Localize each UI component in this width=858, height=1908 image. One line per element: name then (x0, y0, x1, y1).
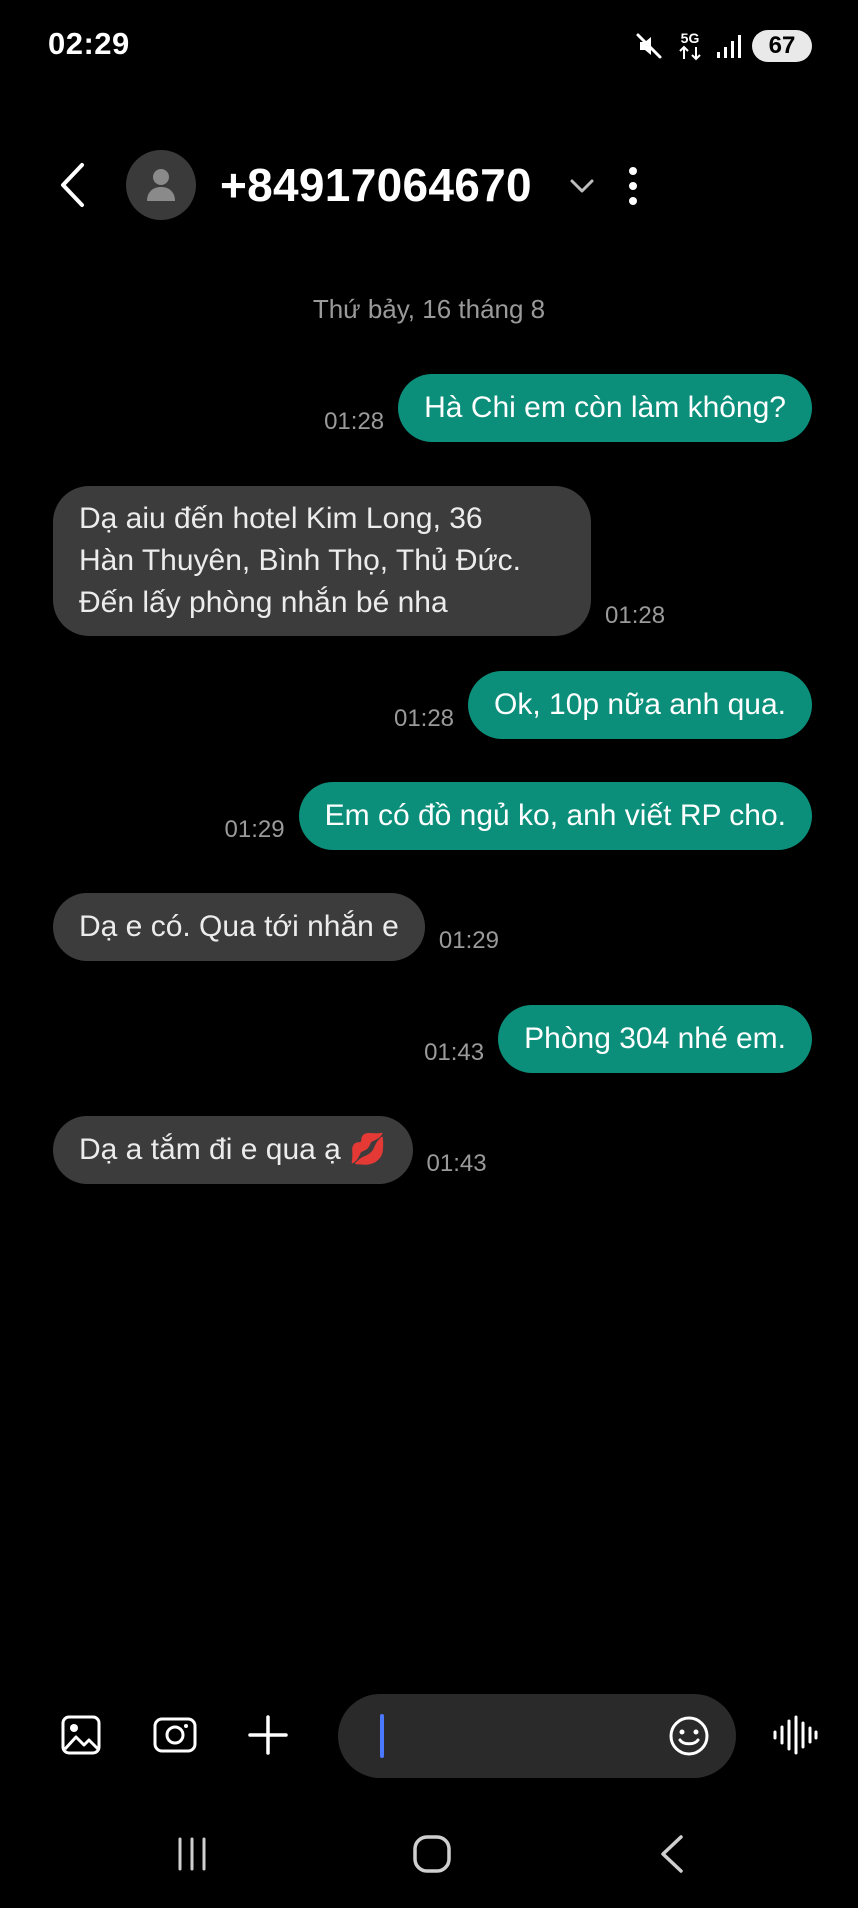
message-bubble[interactable]: Phòng 304 nhé em. (498, 1005, 812, 1073)
message-bubble[interactable]: Dạ aiu đến hotel Kim Long, 36 Hàn Thuyên… (53, 486, 591, 636)
mute-icon (634, 28, 664, 64)
message-bubble[interactable]: Dạ a tắm đi e qua ạ 💋 (53, 1116, 413, 1184)
chevron-down-icon[interactable] (568, 172, 596, 200)
message-sent[interactable]: Hà Chi em còn làm không? 01:28 (324, 374, 812, 442)
text-caret (380, 1714, 384, 1758)
gallery-icon[interactable] (54, 1708, 108, 1762)
emoji-icon[interactable] (662, 1709, 716, 1763)
plus-icon[interactable] (241, 1708, 295, 1762)
network-type-label: 5G (681, 30, 700, 46)
avatar-person-icon (147, 169, 175, 201)
message-time: 01:43 (424, 1039, 485, 1066)
nav-back-icon[interactable] (642, 1829, 702, 1879)
message-bubble[interactable]: Dạ e có. Qua tới nhắn e (53, 893, 425, 961)
date-separator: Thứ bảy, 16 tháng 8 (312, 294, 546, 324)
message-sent[interactable]: Em có đồ ngủ ko, anh viết RP cho. 01:29 (225, 782, 812, 850)
message-bubble[interactable]: Hà Chi em còn làm không? (398, 374, 812, 442)
message-time: 01:28 (605, 602, 666, 629)
contact-number[interactable]: +84917064670 (220, 158, 532, 212)
camera-icon[interactable] (148, 1708, 202, 1762)
message-sent[interactable]: Ok, 10p nữa anh qua. 01:28 (394, 671, 812, 739)
message-time: 01:43 (426, 1150, 487, 1177)
home-icon[interactable] (402, 1829, 462, 1879)
message-bubble[interactable]: Em có đồ ngủ ko, anh viết RP cho. (298, 782, 812, 850)
conversation-header: +84917064670 (0, 140, 858, 230)
message-received[interactable]: Dạ a tắm đi e qua ạ 💋 01:43 (53, 1116, 487, 1184)
message-input-container[interactable] (338, 1694, 736, 1778)
battery-indicator: 67 (752, 30, 812, 62)
message-time: 01:28 (393, 705, 455, 732)
signal-icon (716, 28, 742, 64)
message-time: 01:29 (224, 816, 285, 843)
status-icons: 5G 67 (634, 28, 812, 64)
voice-waveform-icon[interactable] (768, 1708, 822, 1762)
network-5g-icon: 5G (674, 28, 706, 64)
message-received[interactable]: Dạ e có. Qua tới nhắn e 01:29 (53, 893, 499, 961)
more-vert-icon[interactable] (618, 164, 648, 208)
message-time: 01:28 (324, 408, 385, 435)
back-arrow-icon[interactable] (52, 162, 92, 208)
message-input[interactable] (374, 1710, 648, 1764)
status-time: 02:29 (48, 26, 130, 61)
message-sent[interactable]: Phòng 304 nhé em. 01:43 (424, 1005, 812, 1073)
recent-apps-icon[interactable] (162, 1829, 222, 1879)
system-nav-bar (0, 1815, 858, 1895)
status-bar: 02:29 5G 67 (0, 0, 858, 100)
composer-bar (0, 1690, 858, 1780)
message-received[interactable]: Dạ aiu đến hotel Kim Long, 36 Hàn Thuyên… (53, 486, 665, 636)
message-bubble[interactable]: Ok, 10p nữa anh qua. (468, 671, 812, 739)
message-time: 01:29 (438, 927, 499, 954)
avatar[interactable] (126, 150, 196, 220)
